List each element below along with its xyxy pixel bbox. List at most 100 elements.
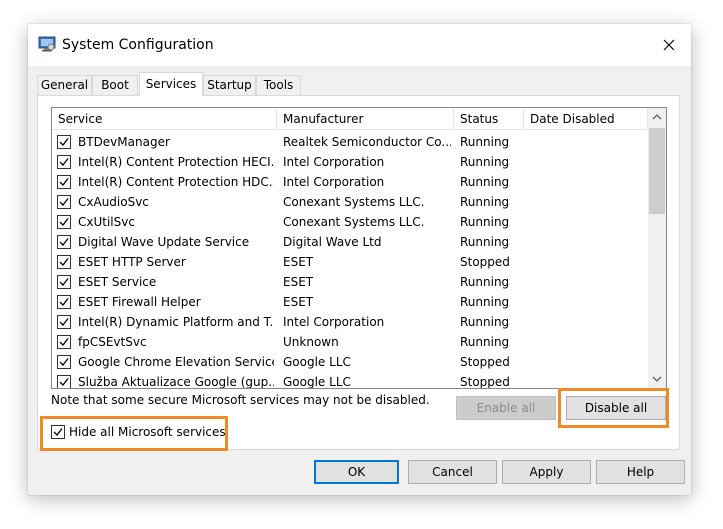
service-status: Running <box>460 175 510 189</box>
apply-button[interactable]: Apply <box>502 460 591 484</box>
service-checkbox[interactable] <box>57 155 71 169</box>
service-checkbox[interactable] <box>57 335 71 349</box>
tab-tools[interactable]: Tools <box>256 75 301 95</box>
service-name: Intel(R) Dynamic Platform and T... <box>78 315 274 329</box>
scroll-thumb[interactable] <box>649 128 665 214</box>
tab-startup[interactable]: Startup <box>203 75 256 95</box>
service-date-disabled <box>530 272 645 292</box>
table-row[interactable]: Digital Wave Update Service Digital Wave … <box>52 232 648 252</box>
checkmark-icon <box>59 138 69 146</box>
service-checkbox[interactable] <box>57 315 71 329</box>
column-header-date-disabled[interactable]: Date Disabled <box>524 108 648 130</box>
service-name: ESET Service <box>78 275 157 289</box>
service-date-disabled <box>530 312 645 332</box>
service-status: Running <box>460 135 510 149</box>
title-bar: System Configuration <box>28 24 691 66</box>
service-status: Running <box>460 335 510 349</box>
service-checkbox[interactable] <box>57 295 71 309</box>
service-checkbox[interactable] <box>57 195 71 209</box>
disable-all-button[interactable]: Disable all <box>566 396 666 420</box>
tab-general[interactable]: General <box>37 75 92 95</box>
service-checkbox[interactable] <box>57 255 71 269</box>
chevron-up-icon <box>652 114 662 120</box>
enable-all-button[interactable]: Enable all <box>456 396 556 420</box>
service-manufacturer: Google LLC <box>283 375 351 389</box>
service-name: BTDevManager <box>78 135 170 149</box>
table-row[interactable]: Google Chrome Elevation Service Google LL… <box>52 352 648 372</box>
list-header: Service Manufacturer Status Date Disable… <box>52 108 648 130</box>
service-checkbox[interactable] <box>57 135 71 149</box>
close-icon <box>663 39 674 51</box>
checkmark-icon <box>59 178 69 186</box>
cancel-button[interactable]: Cancel <box>408 460 497 484</box>
hide-microsoft-checkbox-box[interactable] <box>51 425 65 439</box>
service-status: Running <box>460 275 510 289</box>
table-row[interactable]: CxUtilSvc Conexant Systems LLC. Running <box>52 212 648 232</box>
checkmark-icon <box>59 218 69 226</box>
table-row[interactable]: CxAudioSvc Conexant Systems LLC. Running <box>52 192 648 212</box>
service-manufacturer: Intel Corporation <box>283 315 385 329</box>
service-manufacturer: Google LLC <box>283 355 351 369</box>
service-name: CxAudioSvc <box>78 195 149 209</box>
service-manufacturer: Realtek Semiconductor Co... <box>283 135 451 149</box>
service-checkbox[interactable] <box>57 215 71 229</box>
service-date-disabled <box>530 212 645 232</box>
chevron-down-icon <box>652 376 662 382</box>
service-name: fpCSEvtSvc <box>78 335 147 349</box>
checkmark-icon <box>59 238 69 246</box>
checkmark-icon <box>59 198 69 206</box>
close-button[interactable] <box>646 24 691 66</box>
service-status: Stopped <box>460 375 510 389</box>
table-row[interactable]: Intel(R) Content Protection HDC... Intel … <box>52 172 648 192</box>
checkmark-icon <box>59 338 69 346</box>
service-date-disabled <box>530 352 645 372</box>
service-manufacturer: ESET <box>283 275 314 289</box>
services-list[interactable]: Service Manufacturer Status Date Disable… <box>51 107 667 389</box>
table-row[interactable]: fpCSEvtSvc Unknown Running <box>52 332 648 352</box>
service-status: Running <box>460 195 510 209</box>
service-date-disabled <box>530 372 645 388</box>
help-button[interactable]: Help <box>596 460 685 484</box>
table-row[interactable]: ESET HTTP Server ESET Stopped <box>52 252 648 272</box>
ok-button[interactable]: OK <box>314 460 399 484</box>
service-checkbox[interactable] <box>57 175 71 189</box>
service-manufacturer: Intel Corporation <box>283 175 385 189</box>
service-name: Google Chrome Elevation Service <box>78 355 274 369</box>
table-row[interactable]: Intel(R) Dynamic Platform and T... Intel … <box>52 312 648 332</box>
checkmark-icon <box>59 258 69 266</box>
table-row[interactable]: BTDevManager Realtek Semiconductor Co... R… <box>52 132 648 152</box>
service-status: Running <box>460 215 510 229</box>
service-checkbox[interactable] <box>57 355 71 369</box>
service-date-disabled <box>530 192 645 212</box>
column-header-status[interactable]: Status <box>454 108 524 130</box>
service-date-disabled <box>530 292 645 312</box>
service-manufacturer: Conexant Systems LLC. <box>283 215 425 229</box>
service-date-disabled <box>530 132 645 152</box>
hide-microsoft-services-label: Hide all Microsoft services <box>69 425 226 439</box>
table-row[interactable]: ESET Firewall Helper ESET Running <box>52 292 648 312</box>
service-status: Running <box>460 295 510 309</box>
service-name: CxUtilSvc <box>78 215 135 229</box>
service-manufacturer: Digital Wave Ltd <box>283 235 382 249</box>
service-date-disabled <box>530 252 645 272</box>
scroll-up-button[interactable] <box>648 108 666 126</box>
table-row[interactable]: ESET Service ESET Running <box>52 272 648 292</box>
service-date-disabled <box>530 172 645 192</box>
service-checkbox[interactable] <box>57 235 71 249</box>
checkmark-icon <box>59 358 69 366</box>
scroll-down-button[interactable] <box>648 370 666 388</box>
checkmark-icon <box>59 318 69 326</box>
service-checkbox[interactable] <box>57 375 71 388</box>
table-row[interactable]: Služba Aktualizace Google (gup... Google … <box>52 372 648 389</box>
table-row[interactable]: Intel(R) Content Protection HECI... Intel… <box>52 152 648 172</box>
tab-boot[interactable]: Boot <box>92 75 138 95</box>
vertical-scrollbar[interactable] <box>648 108 666 388</box>
column-header-manufacturer[interactable]: Manufacturer <box>277 108 454 130</box>
column-header-service[interactable]: Service <box>52 108 277 130</box>
service-name: Intel(R) Content Protection HDC... <box>78 175 274 189</box>
service-checkbox[interactable] <box>57 275 71 289</box>
service-date-disabled <box>530 232 645 252</box>
service-name: Intel(R) Content Protection HECI... <box>78 155 274 169</box>
system-configuration-window: System Configuration General Boot Servic… <box>28 24 691 495</box>
tab-services[interactable]: Services <box>139 72 203 96</box>
